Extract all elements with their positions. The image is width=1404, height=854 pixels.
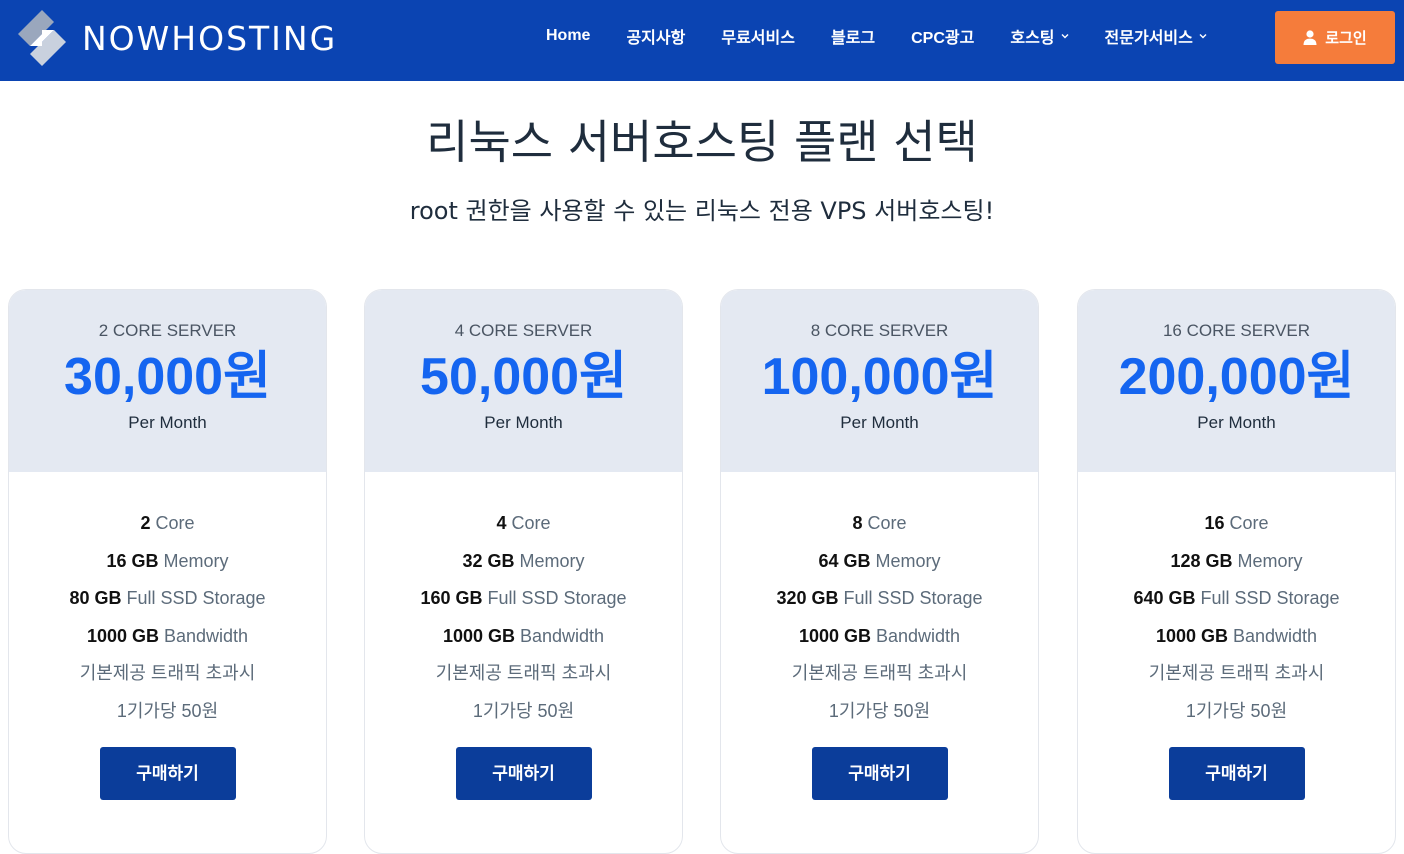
page-subtitle: root 권한을 사용할 수 있는 리눅스 전용 VPS 서버호스팅! [409, 197, 995, 225]
plan-features: 2 Core 16 GB Memory 80 GB Full SSD Stora… [9, 472, 326, 800]
nav-item-blog[interactable]: 블로그 [831, 24, 875, 48]
nav-item-cpc-ads[interactable]: CPC광고 [911, 24, 974, 48]
nav-item-label: 공지사항 [626, 30, 686, 47]
feature-note-price: 1기가당 50원 [1185, 700, 1288, 721]
plan-period: Per Month [484, 413, 563, 432]
feature-storage: 320 GB Full SSD Storage [776, 588, 983, 608]
feature-note-price: 1기가당 50원 [472, 700, 575, 721]
feature-core: 4 Core [496, 513, 551, 533]
nowhosting-logo-icon [18, 10, 66, 66]
plan-price: 50,000원 [420, 348, 627, 406]
site-header: NOWHOSTING Home 공지사항 무료서비스 블로그 CPC광고 호스팅… [0, 0, 1404, 81]
plan-period: Per Month [128, 413, 207, 432]
plan-tier: 4 CORE SERVER [454, 321, 593, 340]
nav-item-label: 블로그 [830, 30, 876, 47]
chevron-down-icon [1061, 34, 1069, 39]
nav-item-free-service[interactable]: 무료서비스 [721, 24, 795, 48]
feature-core: 2 Core [140, 513, 195, 533]
nav-item-expert-service[interactable]: 전문가서비스 [1105, 24, 1207, 48]
feature-bandwidth: 1000 GB Bandwidth [798, 625, 961, 646]
plan-tier: 2 CORE SERVER [98, 321, 237, 340]
user-icon [1303, 30, 1317, 45]
feature-memory: 128 GB Memory [1170, 550, 1303, 571]
plan-price: 100,000원 [761, 348, 998, 406]
nav-item-label: 전문가서비스 [1104, 30, 1193, 47]
feature-note-price: 1기가당 50원 [828, 700, 931, 721]
plan-features: 16 Core 128 GB Memory 640 GB Full SSD St… [1078, 472, 1395, 800]
nav-item-label: Home [546, 27, 591, 44]
feature-note-overage: 기본제공 트래픽 초과시 [1148, 663, 1325, 683]
feature-note-overage: 기본제공 트래픽 초과시 [79, 663, 256, 683]
feature-bandwidth: 1000 GB Bandwidth [86, 625, 249, 646]
plan-header: 8 CORE SERVER 100,000원 Per Month [721, 290, 1038, 472]
feature-note-overage: 기본제공 트래픽 초과시 [791, 663, 968, 683]
plan-card-8-core: 8 CORE SERVER 100,000원 Per Month 8 Core … [720, 289, 1039, 854]
plan-card-2-core: 2 CORE SERVER 30,000원 Per Month 2 Core 1… [8, 289, 327, 854]
main-nav: Home 공지사항 무료서비스 블로그 CPC광고 호스팅 전문가서비스 [528, 0, 1225, 72]
feature-storage: 80 GB Full SSD Storage [69, 588, 266, 608]
feature-core: 16 Core [1204, 513, 1269, 533]
plan-card-16-core: 16 CORE SERVER 200,000원 Per Month 16 Cor… [1077, 289, 1396, 854]
login-label: 로그인 [1325, 30, 1367, 47]
nav-item-label: 무료서비스 [721, 30, 795, 47]
feature-bandwidth: 1000 GB Bandwidth [442, 625, 605, 646]
brand-name: NOWHOSTING [82, 18, 338, 58]
brand-logo[interactable]: NOWHOSTING [14, 8, 337, 68]
feature-bandwidth: 1000 GB Bandwidth [1155, 625, 1318, 646]
nav-item-label: 호스팅 [1010, 30, 1055, 47]
nav-item-notice[interactable]: 공지사항 [626, 24, 685, 48]
feature-memory: 64 GB Memory [818, 550, 941, 571]
buy-button[interactable]: 구매하기 [1168, 747, 1305, 800]
plan-header: 16 CORE SERVER 200,000원 Per Month [1078, 290, 1395, 472]
chevron-down-icon [1199, 34, 1207, 39]
plan-features: 8 Core 64 GB Memory 320 GB Full SSD Stor… [721, 472, 1038, 800]
feature-core: 8 Core [852, 513, 907, 533]
nav-item-hosting[interactable]: 호스팅 [1010, 24, 1069, 48]
nav-item-label: CPC광고 [911, 30, 975, 47]
plan-price: 200,000원 [1118, 348, 1355, 406]
plan-tier: 8 CORE SERVER [810, 321, 949, 340]
plan-header: 2 CORE SERVER 30,000원 Per Month [9, 290, 326, 472]
buy-button[interactable]: 구매하기 [99, 747, 236, 800]
nav-item-home[interactable]: Home [546, 27, 590, 45]
plan-period: Per Month [840, 413, 919, 432]
plan-period: Per Month [1197, 413, 1276, 432]
plan-price: 30,000원 [64, 348, 271, 406]
plan-tier: 16 CORE SERVER [1162, 321, 1311, 340]
feature-storage: 640 GB Full SSD Storage [1133, 588, 1340, 608]
feature-note-price: 1기가당 50원 [116, 700, 219, 721]
feature-memory: 32 GB Memory [462, 550, 585, 571]
plan-features: 4 Core 32 GB Memory 160 GB Full SSD Stor… [365, 472, 682, 800]
feature-storage: 160 GB Full SSD Storage [420, 588, 627, 608]
page-title: 리눅스 서버호스팅 플랜 선택 [426, 115, 978, 169]
feature-memory: 16 GB Memory [106, 550, 229, 571]
buy-button[interactable]: 구매하기 [811, 747, 948, 800]
feature-note-overage: 기본제공 트래픽 초과시 [435, 663, 612, 683]
login-button[interactable]: 로그인 [1275, 11, 1395, 64]
plan-header: 4 CORE SERVER 50,000원 Per Month [365, 290, 682, 472]
buy-button[interactable]: 구매하기 [455, 747, 592, 800]
plan-card-4-core: 4 CORE SERVER 50,000원 Per Month 4 Core 3… [364, 289, 683, 854]
